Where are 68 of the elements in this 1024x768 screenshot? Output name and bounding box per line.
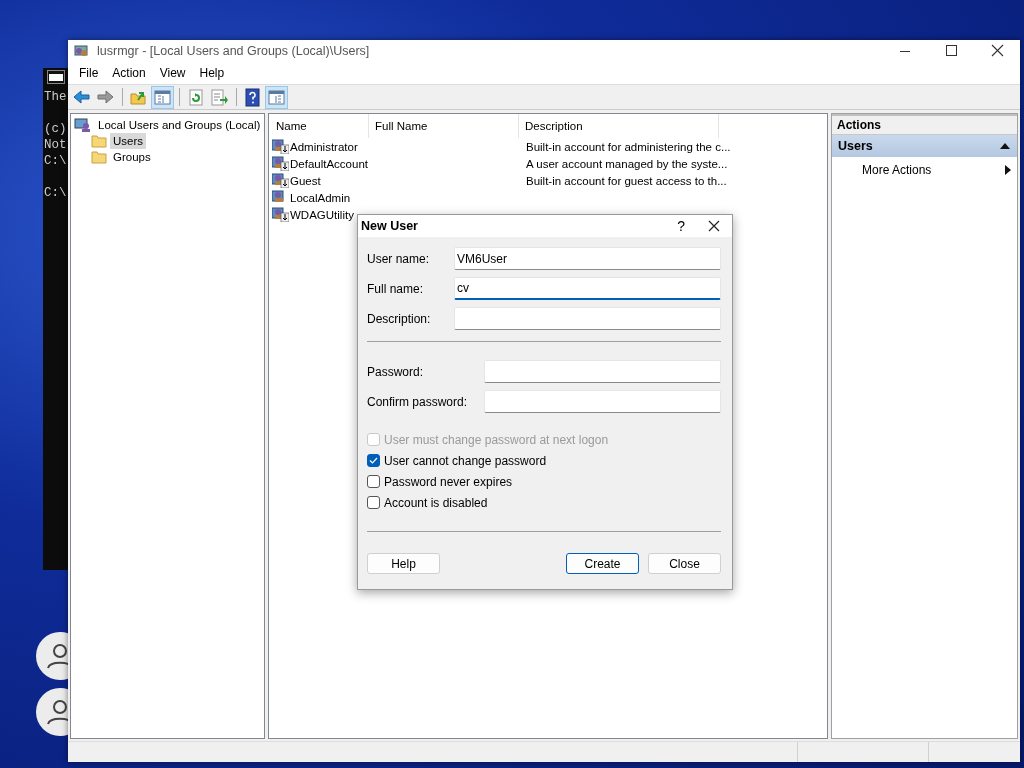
window-title: lusrmgr - [Local Users and Groups (Local)\Users] bbox=[97, 44, 371, 58]
dialog-title: New User bbox=[361, 219, 419, 233]
section-header[interactable]: Users bbox=[832, 135, 1017, 157]
menu-item[interactable]: File bbox=[72, 66, 106, 80]
field-label: User name: bbox=[367, 251, 431, 266]
input-field[interactable]: VM6User bbox=[454, 247, 721, 270]
menu-item[interactable]: Action bbox=[105, 66, 153, 80]
column-header[interactable]: Full Name bbox=[369, 114, 519, 138]
checkbox[interactable] bbox=[367, 496, 380, 509]
table-cell: DefaultAccount bbox=[290, 157, 368, 170]
action-pane-icon bbox=[267, 87, 286, 107]
forward-arrow-icon bbox=[96, 87, 115, 107]
console-text: The bbox=[44, 89, 68, 105]
export-list-icon bbox=[210, 87, 229, 107]
submenu-arrow-icon bbox=[1005, 165, 1011, 175]
folder-icon bbox=[91, 150, 107, 164]
collapse-icon[interactable] bbox=[1000, 142, 1010, 150]
input-field[interactable] bbox=[484, 360, 721, 383]
column-header[interactable]: Description bbox=[519, 114, 719, 138]
toolbar-button[interactable] bbox=[265, 85, 288, 109]
back-arrow-icon bbox=[72, 87, 91, 107]
dialog-button[interactable]: Create bbox=[566, 553, 639, 574]
dialog-button[interactable]: Close bbox=[648, 553, 721, 574]
action-link[interactable]: More Actions bbox=[862, 163, 932, 177]
close-icon[interactable] bbox=[707, 219, 721, 233]
help-button[interactable]: ? bbox=[673, 218, 689, 234]
console-text: (c) bbox=[44, 121, 68, 137]
section-title: Users bbox=[838, 139, 873, 153]
input-field[interactable]: cv bbox=[454, 277, 721, 300]
field-label: Full name: bbox=[367, 281, 425, 296]
actions-header: Actions bbox=[832, 114, 1017, 135]
avatar-icon[interactable] bbox=[36, 688, 68, 736]
tree-item[interactable]: Groups bbox=[110, 149, 154, 165]
console-text: Not bbox=[44, 137, 68, 153]
users-computer-icon bbox=[74, 117, 92, 133]
field-label: Confirm password: bbox=[367, 394, 469, 409]
avatar-icon[interactable] bbox=[36, 632, 68, 680]
refresh-icon bbox=[186, 87, 205, 107]
checkbox[interactable] bbox=[367, 475, 380, 488]
tree-pane-icon bbox=[153, 87, 172, 107]
table-cell: Built-in account for guest access to th... bbox=[526, 174, 727, 187]
table-cell: A user account managed by the syste... bbox=[526, 157, 728, 170]
checkbox-label: User must change password at next logon bbox=[384, 432, 609, 447]
field-label: Description: bbox=[367, 311, 432, 326]
tree-item[interactable]: Users bbox=[110, 133, 147, 149]
table-cell: WDAGUtility bbox=[290, 208, 354, 221]
table-cell: LocalAdmin bbox=[290, 191, 351, 204]
field-label: Password: bbox=[367, 364, 425, 379]
menu-item[interactable]: View bbox=[152, 66, 193, 80]
checkbox[interactable] bbox=[367, 454, 380, 467]
users-computer-icon bbox=[73, 43, 89, 59]
checkbox-label[interactable]: Account is disabled bbox=[384, 495, 488, 510]
help-icon bbox=[243, 87, 262, 107]
dialog-button[interactable]: Help bbox=[367, 553, 440, 574]
table-cell: Built-in account for administering the c... bbox=[526, 140, 731, 153]
folder-icon bbox=[91, 134, 107, 148]
table-cell: Guest bbox=[290, 174, 321, 187]
checkbox-label[interactable]: User cannot change password bbox=[384, 453, 547, 468]
tree-item[interactable]: Local Users and Groups (Local) bbox=[95, 117, 264, 133]
console-text: C:\ bbox=[44, 153, 68, 169]
table-cell: Administrator bbox=[290, 140, 358, 153]
input-field[interactable] bbox=[484, 390, 721, 413]
console-text: C:\ bbox=[44, 185, 68, 201]
checkbox-label[interactable]: Password never expires bbox=[384, 474, 513, 489]
column-header[interactable]: Name bbox=[269, 114, 369, 138]
input-field[interactable] bbox=[454, 307, 721, 330]
menu-item[interactable]: Help bbox=[192, 66, 232, 80]
toolbar-button[interactable] bbox=[151, 85, 174, 109]
